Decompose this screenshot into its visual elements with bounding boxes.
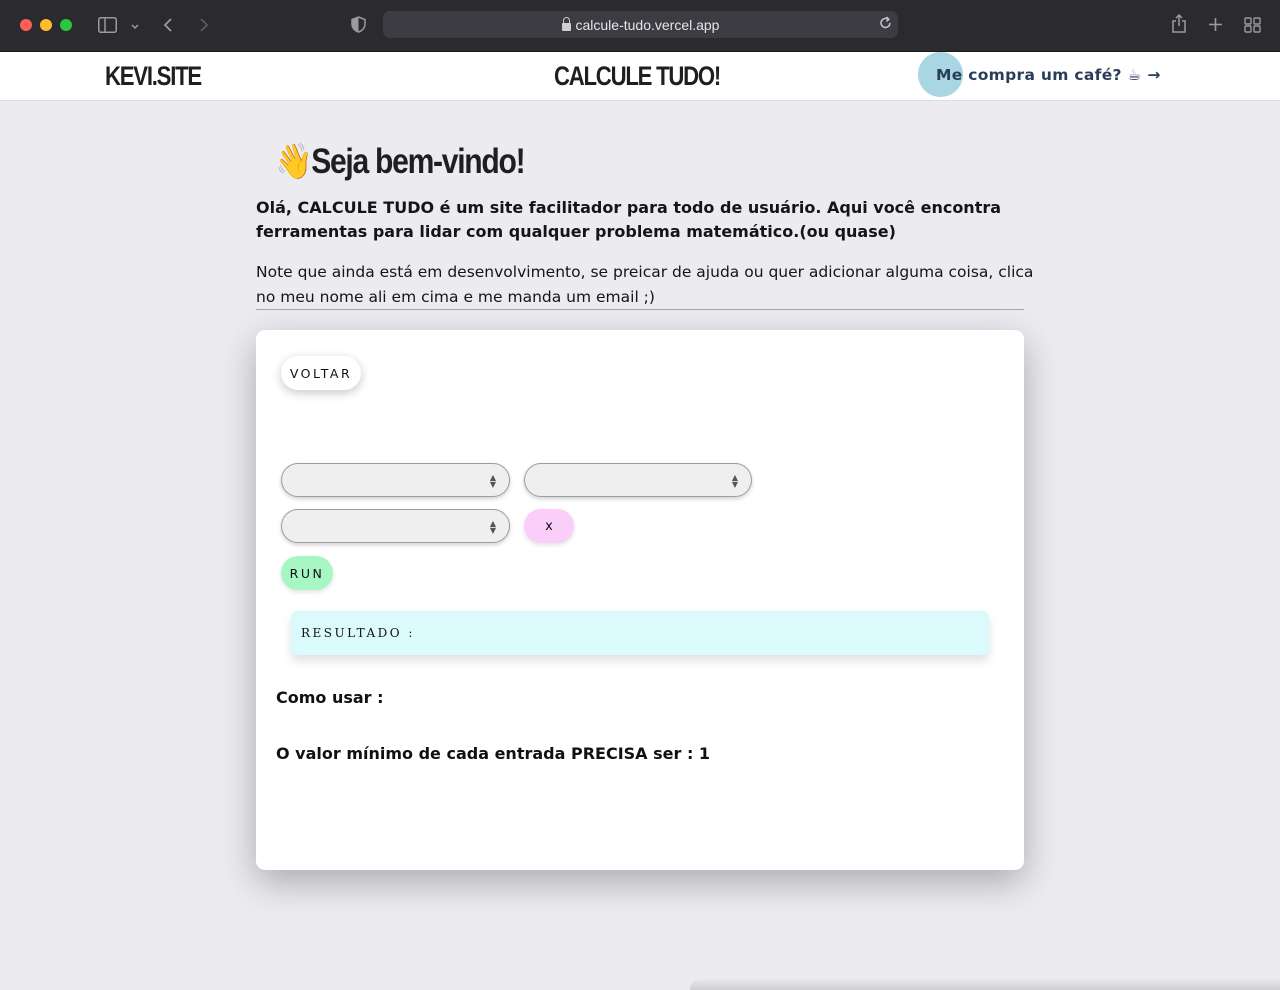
reload-icon[interactable] <box>879 16 892 33</box>
minimize-window-icon[interactable] <box>40 19 52 31</box>
stepper-icon[interactable]: ▲ ▼ <box>731 474 739 489</box>
number-input-1[interactable] <box>282 464 490 496</box>
tab-overview-icon[interactable] <box>1244 17 1261 36</box>
page-title: 👋Seja bem-vindo! <box>275 141 526 182</box>
site-title: CALCULE TUDO! <box>554 61 721 91</box>
number-input-2-wrapper: ▲ ▼ <box>524 463 752 497</box>
result-label: RESULTADO : <box>301 626 415 640</box>
number-input-2[interactable] <box>525 464 733 496</box>
forward-arrow-icon[interactable] <box>198 17 210 36</box>
divider <box>256 309 1024 310</box>
number-input-3-wrapper: ▲ ▼ <box>281 509 510 543</box>
share-icon[interactable] <box>1171 13 1187 36</box>
x-button[interactable]: x <box>524 509 574 543</box>
how-to-use-heading: Como usar : <box>276 688 384 707</box>
result-box: RESULTADO : <box>291 611 989 655</box>
stepper-icon[interactable]: ▲ ▼ <box>489 474 497 489</box>
welcome-text: Seja bem-vindo! <box>311 142 525 181</box>
address-bar[interactable]: calcule-tudo.vercel.app <box>383 11 898 38</box>
lock-icon <box>561 16 571 31</box>
back-arrow-icon[interactable] <box>162 17 174 36</box>
intro-description: Olá, CALCULE TUDO é um site facilitador … <box>256 198 1002 241</box>
bottom-shadow <box>690 978 1280 990</box>
number-input-1-wrapper: ▲ ▼ <box>281 463 510 497</box>
run-button[interactable]: RUN <box>281 556 333 590</box>
number-input-3[interactable] <box>282 510 490 542</box>
close-window-icon[interactable] <box>20 19 32 31</box>
browser-toolbar: calcule-tudo.vercel.app <box>0 0 1280 52</box>
privacy-shield-icon[interactable] <box>351 16 366 36</box>
waving-hand-icon: 👋 <box>275 142 312 181</box>
chevron-down-icon[interactable] <box>130 19 140 35</box>
brand-link[interactable]: KEVI.SITE <box>105 61 202 92</box>
url-text: calcule-tudo.vercel.app <box>575 16 720 33</box>
calculator-card: VOLTAR ▲ ▼ ▲ ▼ ▲ ▼ x RUN RESULTADO : Como u… <box>256 330 1024 870</box>
back-button[interactable]: VOLTAR <box>281 356 361 390</box>
sidebar-toggle-icon[interactable] <box>98 17 117 36</box>
maximize-window-icon[interactable] <box>60 19 72 31</box>
development-note: Note que ainda está em desenvolvimento, … <box>256 263 1034 306</box>
stepper-icon[interactable]: ▲ ▼ <box>489 520 497 535</box>
new-tab-icon[interactable] <box>1208 17 1223 35</box>
min-value-note: O valor mínimo de cada entrada PRECISA s… <box>276 744 711 763</box>
buy-coffee-link[interactable]: Me compra um café? ☕ → <box>936 66 1161 84</box>
